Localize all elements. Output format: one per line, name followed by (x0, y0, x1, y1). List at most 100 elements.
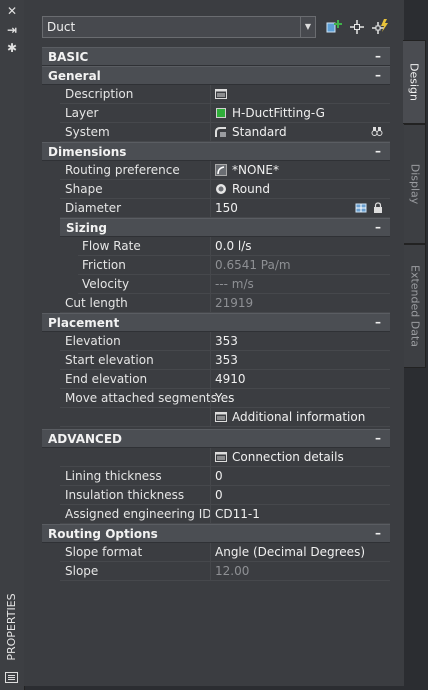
property-label: Move attached segments (65, 391, 218, 405)
property-value[interactable]: Yes (215, 391, 234, 405)
select-objects-icon[interactable] (347, 17, 367, 37)
routing-preference-icon (215, 164, 227, 176)
collapse-icon[interactable]: – (372, 314, 384, 332)
category-sizing[interactable]: Sizing – (60, 218, 390, 237)
property-row-engineering-id[interactable]: Assigned engineering ID CD11-1 (42, 505, 390, 524)
tab-extended-data[interactable]: Extended Data (404, 244, 426, 368)
property-label: Diameter (65, 201, 122, 215)
tab-display[interactable]: Display (404, 124, 426, 244)
property-row-system[interactable]: System Standard (42, 123, 390, 142)
property-label: Cut length (65, 296, 128, 310)
palette-title: PROPERTIES (5, 593, 18, 661)
property-value[interactable]: H-DuctFitting-G (215, 106, 325, 120)
add-style-icon[interactable] (324, 17, 344, 37)
property-row-diameter[interactable]: Diameter 150 (42, 199, 390, 218)
property-label: Velocity (82, 277, 130, 291)
property-value[interactable]: 150 (215, 201, 238, 215)
property-row-layer[interactable]: Layer H-DuctFitting-G (42, 104, 390, 123)
property-value[interactable]: Standard (215, 125, 287, 139)
category-advanced[interactable]: ADVANCED – (42, 429, 390, 448)
dialog-icon (215, 412, 227, 422)
property-row-slope-format[interactable]: Slope format Angle (Decimal Degrees) (42, 543, 390, 562)
property-row-shape[interactable]: Shape Round (42, 180, 390, 199)
property-row-cut-length[interactable]: Cut length 21919 (42, 294, 390, 313)
property-row-description[interactable]: Description (42, 85, 390, 104)
property-row-lining-thickness[interactable]: Lining thickness 0 (42, 467, 390, 486)
connection-details-button[interactable]: Connection details (42, 448, 390, 467)
property-value[interactable]: Angle (Decimal Degrees) (215, 545, 365, 559)
property-value[interactable]: 353 (215, 334, 238, 348)
property-row-friction[interactable]: Friction 0.6541 Pa/m (42, 256, 390, 275)
category-dimensions[interactable]: Dimensions – (42, 142, 390, 161)
tab-strip: Design Display Extended Data (403, 0, 428, 690)
property-row-elevation[interactable]: Elevation 353 (42, 332, 390, 351)
property-label: Assigned engineering ID (65, 507, 212, 521)
size-list-icon[interactable] (355, 202, 367, 214)
property-label: Insulation thickness (65, 488, 185, 502)
dialog-icon (215, 452, 227, 462)
property-label: Elevation (65, 334, 121, 348)
category-general-label: General (48, 69, 101, 83)
system-browser-icon[interactable] (371, 126, 383, 138)
settings-icon[interactable]: ✱ (0, 41, 24, 55)
property-row-velocity[interactable]: Velocity --- m/s (42, 275, 390, 294)
property-row-routing-preference[interactable]: Routing preference *NONE* (42, 161, 390, 180)
category-placement-label: Placement (48, 316, 120, 330)
tab-design[interactable]: Design (403, 40, 426, 124)
collapse-icon[interactable]: – (372, 219, 384, 237)
property-row-end-elevation[interactable]: End elevation 4910 (42, 370, 390, 389)
property-label: Slope format (65, 545, 143, 559)
property-value: 12.00 (215, 564, 250, 578)
property-label: Friction (82, 258, 126, 272)
autohide-icon[interactable]: ⇥ (0, 23, 24, 37)
round-shape-icon (216, 184, 226, 194)
property-label: System (65, 125, 110, 139)
property-value[interactable] (215, 87, 232, 101)
property-value[interactable]: 0 (215, 488, 223, 502)
collapse-icon[interactable]: – (372, 143, 384, 161)
close-icon[interactable]: ✕ (0, 4, 24, 18)
property-value[interactable]: CD11-1 (215, 507, 260, 521)
property-value: 21919 (215, 296, 254, 310)
property-label: Description (65, 87, 134, 101)
property-value[interactable]: Additional information (215, 410, 365, 424)
property-value[interactable]: 4910 (215, 372, 246, 386)
collapse-icon[interactable]: – (372, 67, 384, 85)
object-type-value: Duct (47, 20, 76, 34)
property-row-move-attached-segments[interactable]: Move attached segments Yes (42, 389, 390, 408)
property-row-slope[interactable]: Slope 12.00 (42, 562, 390, 581)
category-routing-options-label: Routing Options (48, 527, 158, 541)
collapse-icon[interactable]: – (372, 525, 384, 543)
property-value[interactable]: 0 (215, 469, 223, 483)
properties-icon[interactable] (5, 672, 18, 683)
property-label: Lining thickness (65, 469, 162, 483)
collapse-icon[interactable]: – (372, 48, 384, 66)
quick-select-icon[interactable] (370, 17, 390, 37)
category-basic[interactable]: BASIC – (42, 47, 390, 66)
property-value[interactable]: 353 (215, 353, 238, 367)
property-row-flow-rate[interactable]: Flow Rate 0.0 l/s (42, 237, 390, 256)
category-advanced-label: ADVANCED (48, 432, 123, 446)
property-value[interactable]: *NONE* (215, 163, 279, 177)
category-routing-options[interactable]: Routing Options – (42, 524, 390, 543)
object-type-dropdown[interactable]: Duct ▼ (42, 16, 316, 38)
lock-icon[interactable] (372, 202, 384, 214)
category-placement[interactable]: Placement – (42, 313, 390, 332)
text-editor-icon[interactable] (215, 88, 227, 100)
additional-information-button[interactable]: Additional information (42, 408, 390, 427)
collapse-icon[interactable]: – (372, 430, 384, 448)
property-value: --- m/s (215, 277, 254, 291)
property-grid: BASIC – General – Description Layer H-Du… (42, 47, 390, 581)
property-row-insulation-thickness[interactable]: Insulation thickness 0 (42, 486, 390, 505)
property-label: End elevation (65, 372, 148, 386)
property-label: Start elevation (65, 353, 154, 367)
property-label: Flow Rate (82, 239, 141, 253)
property-value[interactable]: Connection details (215, 450, 344, 464)
toolbar: Duct ▼ (42, 16, 392, 40)
tab-display-label: Display (408, 163, 421, 205)
property-value[interactable]: Round (215, 182, 270, 196)
property-value[interactable]: 0.0 l/s (215, 239, 252, 253)
property-row-start-elevation[interactable]: Start elevation 353 (42, 351, 390, 370)
category-general[interactable]: General – (42, 66, 390, 85)
property-label: Slope (65, 564, 99, 578)
